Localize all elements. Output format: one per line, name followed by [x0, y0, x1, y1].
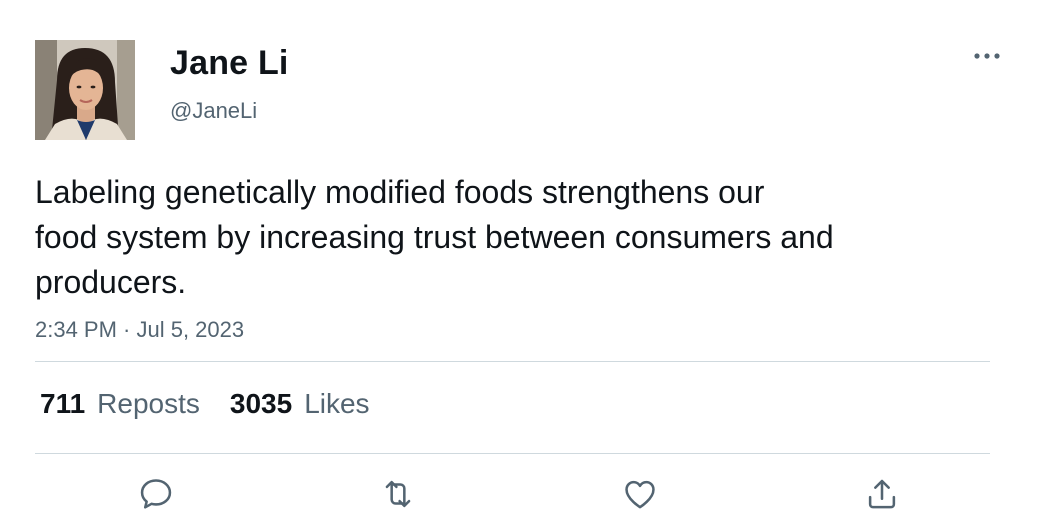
avatar[interactable]: [35, 40, 135, 140]
display-name[interactable]: Jane Li: [170, 43, 289, 83]
reposts-stat[interactable]: 711 Reposts: [40, 387, 200, 421]
repost-button[interactable]: [376, 472, 420, 516]
profile-photo-icon: [35, 40, 135, 140]
reply-button[interactable]: [134, 472, 178, 516]
more-icon: [974, 53, 1000, 59]
like-button[interactable]: [618, 472, 662, 516]
engagement-stats: 711 Reposts 3035 Likes: [40, 387, 400, 421]
reposts-count: 711: [40, 388, 86, 419]
tweet-card: Jane Li @JaneLi Labeling genetically mod…: [0, 0, 1050, 525]
divider: [35, 453, 990, 454]
heart-icon: [625, 480, 655, 509]
timestamp[interactable]: 2:34 PM · Jul 5, 2023: [35, 316, 244, 344]
share-icon: [868, 479, 896, 509]
reply-icon: [140, 479, 172, 509]
divider: [35, 361, 990, 362]
share-button[interactable]: [860, 472, 904, 516]
likes-stat[interactable]: 3035 Likes: [230, 387, 370, 421]
likes-count: 3035: [229, 388, 293, 419]
more-options-button[interactable]: [972, 44, 1002, 68]
action-bar: [0, 472, 1050, 516]
repost-icon: [385, 480, 411, 508]
reposts-label: Reposts: [97, 388, 200, 419]
likes-label: Likes: [304, 388, 370, 419]
tweet-text-line: producers.: [35, 264, 187, 300]
tweet-text-line: food system by increasing trust between …: [35, 219, 834, 255]
tweet-text: Labeling genetically modified foods stre…: [35, 170, 955, 305]
tweet-text-line: Labeling genetically modified foods stre…: [35, 174, 765, 210]
user-handle[interactable]: @JaneLi: [170, 97, 257, 125]
